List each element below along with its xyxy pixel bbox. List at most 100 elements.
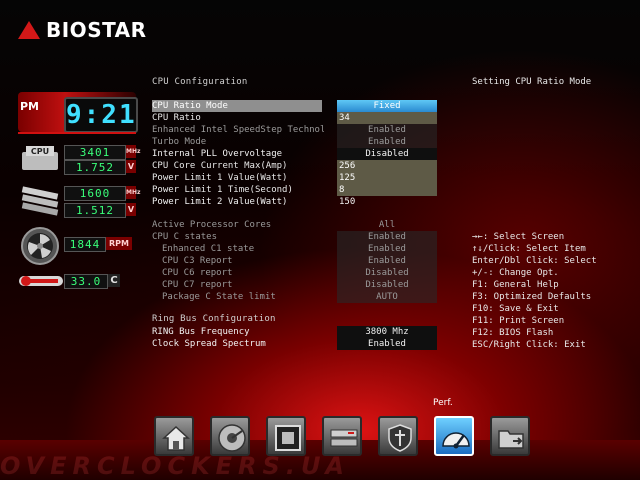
- setting-row: Enhanced C1 state Enabled: [152, 243, 442, 255]
- setting-value[interactable]: Fixed: [337, 100, 437, 112]
- setting-row[interactable]: CPU Core Current Max(Amp) 256: [152, 160, 442, 172]
- setting-value: All: [378, 220, 396, 230]
- toolbar-active-label: Perf.: [433, 398, 453, 408]
- security-button[interactable]: [378, 416, 418, 456]
- cpu-label: CPU: [31, 147, 49, 156]
- setting-row: Active Processor Cores All: [152, 219, 442, 231]
- setting-label: CPU C6 report: [162, 268, 233, 278]
- setting-value[interactable]: 34: [337, 112, 437, 124]
- cpu-chip-icon: CPU: [22, 146, 58, 170]
- setting-row[interactable]: CPU Ratio Mode Fixed: [152, 100, 442, 112]
- setting-row[interactable]: Power Limit 2 Value(Watt) 150: [152, 196, 442, 208]
- chipset-button[interactable]: [266, 416, 306, 456]
- setting-label: Internal PLL Overvoltage: [152, 149, 283, 159]
- setting-label: Package C State limit: [162, 292, 276, 302]
- fan-speed-unit: RPM: [106, 237, 132, 250]
- performance-button[interactable]: [434, 416, 474, 456]
- cpu-frequency-unit: MHz: [126, 145, 140, 158]
- home-button[interactable]: [154, 416, 194, 456]
- setting-value[interactable]: Disabled: [337, 148, 437, 160]
- ring-bus-section-title: Ring Bus Configuration: [152, 314, 276, 324]
- setting-row[interactable]: RING Bus Frequency 3800 Mhz: [152, 326, 442, 338]
- setting-value: Disabled: [337, 279, 437, 291]
- shield-icon: [388, 424, 412, 452]
- key-help-item: Enter/Dbl Click: Select: [472, 256, 597, 266]
- memory-frequency: 1600: [64, 186, 126, 201]
- watermark: OVERCLOCKERS.UA: [0, 452, 350, 478]
- setting-label: RING Bus Frequency: [152, 327, 250, 337]
- setting-label: CPU C7 report: [162, 280, 233, 290]
- cpu-voltage-unit: V: [126, 160, 136, 173]
- setting-row[interactable]: CPU Ratio 34: [152, 112, 442, 124]
- setting-label: Clock Spread Spectrum: [152, 339, 266, 349]
- cpu-frequency: 3401: [64, 145, 126, 160]
- biostar-logo: BIOSTAR: [18, 18, 147, 42]
- storage-button[interactable]: [322, 416, 362, 456]
- setting-row[interactable]: Clock Spread Spectrum Enabled: [152, 338, 442, 350]
- gauge-icon: [442, 432, 470, 449]
- setting-row: CPU C3 Report Enabled: [152, 255, 442, 267]
- key-help-item: F11: Print Screen: [472, 316, 565, 326]
- setting-label: CPU C3 Report: [162, 256, 233, 266]
- key-help-item: F12: BIOS Flash: [472, 328, 554, 338]
- setting-label: Power Limit 1 Value(Watt): [152, 173, 288, 183]
- setting-label: CPU Core Current Max(Amp): [152, 161, 288, 171]
- divider: [18, 132, 136, 134]
- setting-row[interactable]: Power Limit 1 Value(Watt) 125: [152, 172, 442, 184]
- chip-icon: [275, 425, 301, 451]
- setting-row: Package C State limit AUTO: [152, 291, 442, 303]
- setting-value[interactable]: 125: [337, 172, 437, 184]
- setting-row: CPU C6 report Disabled: [152, 267, 442, 279]
- setting-value: AUTO: [337, 291, 437, 303]
- save-exit-button[interactable]: [490, 416, 530, 456]
- setting-value: Enabled: [337, 231, 437, 243]
- setting-label: CPU Ratio Mode: [152, 100, 322, 112]
- memory-frequency-unit: MHz: [126, 186, 140, 199]
- memory-voltage: 1.512: [64, 203, 126, 218]
- logo-text: BIOSTAR: [46, 18, 147, 42]
- ampm-label: PM: [20, 100, 40, 113]
- section-title: CPU Configuration: [152, 77, 248, 87]
- setting-value[interactable]: 3800 Mhz: [337, 326, 437, 338]
- setting-value[interactable]: 8: [337, 184, 437, 196]
- setting-value: Disabled: [337, 267, 437, 279]
- key-help-item: →←: Select Screen: [472, 232, 565, 242]
- setting-row: Enhanced Intel SpeedStep Technolog Enable…: [152, 124, 442, 136]
- setting-row: CPU C states Enabled: [152, 231, 442, 243]
- thermometer-icon: [19, 276, 63, 286]
- key-help-list: →←: Select Screen ↑↓/Click: Select Item En…: [472, 231, 597, 351]
- key-help-item: +/-: Change Opt.: [472, 268, 559, 278]
- fan-icon: [21, 227, 59, 265]
- disk-button[interactable]: [210, 416, 250, 456]
- setting-value: Enabled: [337, 243, 437, 255]
- temperature-unit: C: [108, 274, 120, 287]
- clock-time: 9:21: [64, 97, 138, 133]
- logo-triangle-icon: [18, 21, 40, 39]
- temperature: 33.0: [64, 274, 108, 289]
- setting-row[interactable]: Internal PLL Overvoltage Disabled: [152, 148, 442, 160]
- setting-label: Turbo Mode: [152, 137, 207, 147]
- help-title: Setting CPU Ratio Mode: [472, 77, 592, 87]
- setting-label: Power Limit 1 Time(Second): [152, 185, 293, 195]
- setting-row[interactable]: Power Limit 1 Time(Second) 8: [152, 184, 442, 196]
- setting-label: Enhanced C1 state: [162, 244, 255, 254]
- setting-value[interactable]: 150: [337, 196, 437, 208]
- setting-row: Turbo Mode Enabled: [152, 136, 442, 148]
- key-help-item: ↑↓/Click: Select Item: [472, 244, 586, 254]
- setting-label: Active Processor Cores: [152, 220, 272, 230]
- setting-value: Enabled: [337, 255, 437, 267]
- memory-voltage-unit: V: [126, 203, 136, 216]
- setting-value: Enabled: [337, 136, 437, 148]
- key-help-item: ESC/Right Click: Exit: [472, 340, 586, 350]
- drives-icon: [330, 429, 358, 447]
- setting-label: CPU Ratio: [152, 113, 201, 123]
- setting-value[interactable]: Enabled: [337, 338, 437, 350]
- cpu-voltage: 1.752: [64, 160, 126, 175]
- key-help-item: F1: General Help: [472, 280, 559, 290]
- folder-icon: [498, 430, 524, 449]
- setting-label: Enhanced Intel SpeedStep Technolog: [152, 125, 324, 135]
- setting-value: Enabled: [337, 124, 437, 136]
- setting-value[interactable]: 256: [337, 160, 437, 172]
- memory-module-icon: [21, 186, 59, 216]
- key-help-item: F3: Optimized Defaults: [472, 292, 592, 302]
